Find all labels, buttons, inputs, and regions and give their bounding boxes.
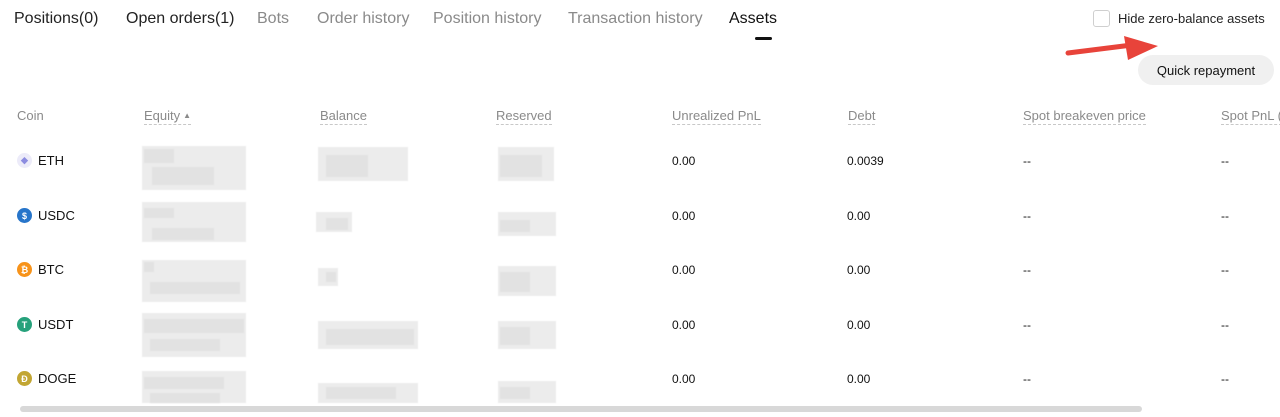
coin-cell: $ USDC [17,208,75,223]
spot-breakeven-value: -- [1023,154,1031,168]
balance-redacted [326,387,396,399]
spot-pnl-value: -- [1221,263,1229,277]
coin-cell: Ð DOGE [17,371,76,386]
balance-redacted [326,272,336,282]
column-header-reserved: Reserved [496,108,552,125]
unrealized-pnl-value: 0.00 [672,372,696,386]
coin-name: USDC [38,208,75,223]
reserved-redacted [500,327,530,345]
equity-redacted [144,319,244,333]
table-row[interactable]: ₿ BTC 0.00 0.00 -- -- [0,260,1280,316]
tether-icon: T [17,317,32,332]
table-row[interactable]: ◆ ETH 0.00 0.0039 -- -- [0,146,1280,207]
usdc-icon: $ [17,208,32,223]
equity-redacted [144,208,174,218]
unrealized-pnl-value: 0.00 [672,154,696,168]
balance-redacted [326,218,348,230]
spot-breakeven-value: -- [1023,318,1031,332]
bitcoin-icon: ₿ [17,262,32,277]
tab-order-history[interactable]: Order history [317,10,409,28]
coin-cell: ₿ BTC [17,262,64,277]
equity-redacted [142,260,246,302]
column-header-equity[interactable]: Equity ▲ [144,108,192,125]
coin-name: BTC [38,262,64,277]
tab-positions[interactable]: Positions(0) [14,10,98,28]
table-row[interactable]: $ USDC 0.00 0.00 -- -- [0,202,1280,262]
tab-bots[interactable]: Bots [257,10,289,28]
equity-redacted [152,228,214,240]
ethereum-icon: ◆ [17,153,32,168]
hide-zero-balance-toggle[interactable]: Hide zero-balance assets [1093,10,1265,27]
spot-pnl-value: -- [1221,209,1229,223]
tab-assets[interactable]: Assets [729,10,777,28]
column-header-spot-breakeven: Spot breakeven price [1023,108,1146,125]
quick-repayment-button[interactable]: Quick repayment [1138,55,1274,85]
balance-redacted [326,329,414,345]
equity-redacted [152,167,214,185]
equity-redacted [144,377,224,389]
equity-redacted [150,339,220,351]
tab-open-orders[interactable]: Open orders(1) [126,10,235,28]
unrealized-pnl-value: 0.00 [672,209,696,223]
spot-pnl-value: -- [1221,154,1229,168]
hide-zero-label: Hide zero-balance assets [1118,11,1265,26]
equity-redacted [144,262,154,272]
column-header-spot-pnl: Spot PnL ( [1221,108,1280,125]
sort-icon[interactable]: ▲ [183,111,191,120]
debt-value: 0.00 [847,318,871,332]
column-header-debt: Debt [848,108,876,125]
coin-name: USDT [38,317,74,332]
spot-breakeven-value: -- [1023,209,1031,223]
column-header-equity-label: Equity [144,108,181,123]
debt-value: 0.00 [847,263,871,277]
column-header-balance: Balance [320,108,367,125]
spot-pnl-value: -- [1221,372,1229,386]
tab-transaction-history[interactable]: Transaction history [568,10,703,28]
unrealized-pnl-value: 0.00 [672,263,696,277]
active-tab-indicator [755,37,772,40]
coin-cell: T USDT [17,317,73,332]
column-header-unrealized-pnl: Unrealized PnL [672,108,761,125]
debt-value: 0.00 [847,372,871,386]
coin-name: DOGE [38,371,77,386]
tab-position-history[interactable]: Position history [433,10,542,28]
unrealized-pnl-value: 0.00 [672,318,696,332]
reserved-redacted [500,272,530,292]
column-header-coin: Coin [17,108,44,123]
debt-value: 0.0039 [847,154,884,168]
equity-redacted [150,393,220,403]
coin-name: ETH [38,153,64,168]
equity-redacted [144,149,174,163]
reserved-redacted [500,220,530,232]
reserved-redacted [500,155,542,177]
reserved-redacted [500,387,530,399]
table-row[interactable]: T USDT 0.00 0.00 -- -- [0,313,1280,371]
dogecoin-icon: Ð [17,371,32,386]
equity-redacted [150,282,240,294]
hide-zero-checkbox[interactable] [1093,10,1110,27]
coin-cell: ◆ ETH [17,153,64,168]
spot-breakeven-value: -- [1023,372,1031,386]
spot-breakeven-value: -- [1023,263,1031,277]
debt-value: 0.00 [847,209,871,223]
spot-pnl-value: -- [1221,318,1229,332]
horizontal-scrollbar[interactable] [20,406,1142,412]
balance-redacted [326,155,368,177]
assets-panel: Positions(0) Open orders(1) Bots Order h… [0,0,1280,417]
